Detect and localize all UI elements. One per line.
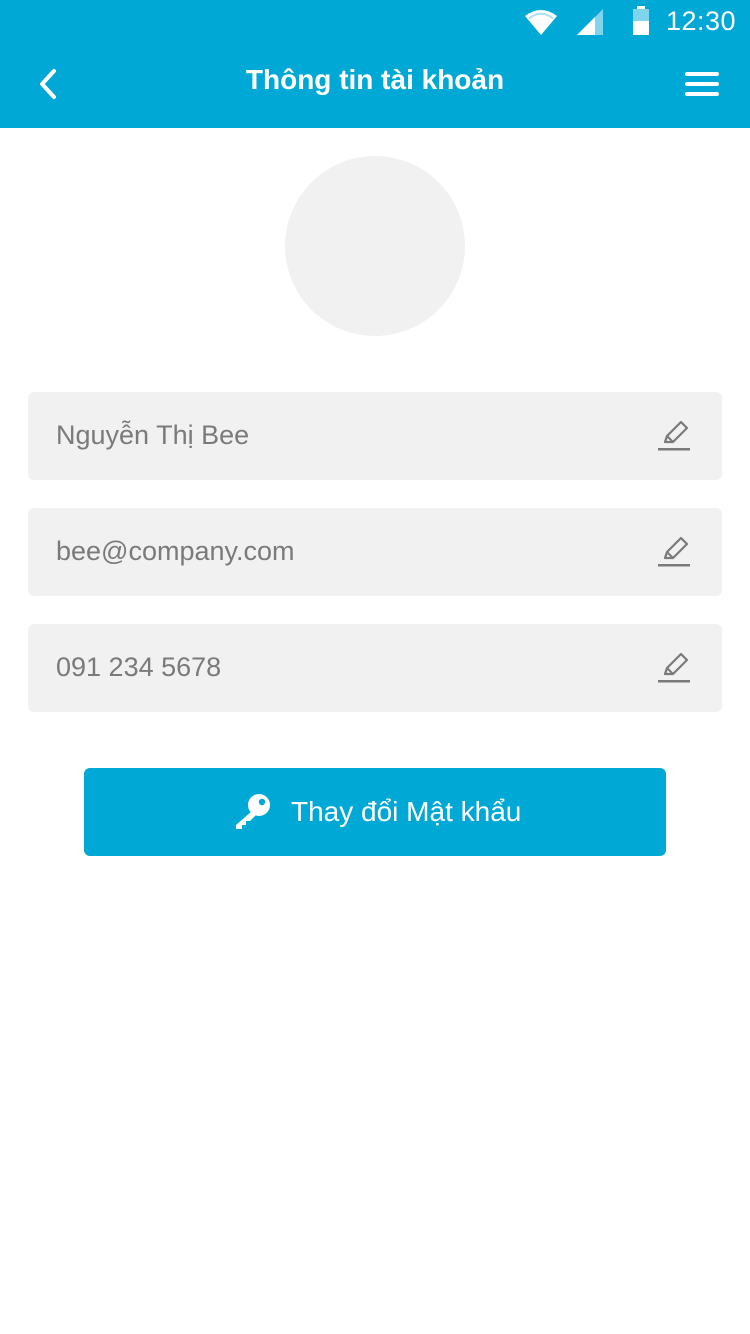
email-field[interactable]: bee@company.com <box>28 508 722 596</box>
change-password-label: Thay đổi Mật khẩu <box>291 796 522 827</box>
status-time: 12:30 <box>666 6 737 36</box>
email-value: bee@company.com <box>56 536 295 566</box>
status-bar: 12:30 <box>0 0 750 44</box>
pencil-icon <box>658 536 690 567</box>
app-bar: 12:30 Thông tin tài khoản <box>0 0 750 128</box>
wifi-icon <box>525 10 557 35</box>
menu-button[interactable] <box>674 60 730 108</box>
change-password-button[interactable]: Thay đổi Mật khẩu <box>84 768 666 856</box>
hamburger-menu-icon <box>685 72 719 96</box>
edit-name-button[interactable] <box>650 412 698 460</box>
name-field[interactable]: Nguyễn Thị Bee <box>28 392 722 480</box>
account-info-screen: 12:30 Thông tin tài khoản Nguyễn Thị Bee <box>0 0 750 1334</box>
phone-value: 091 234 5678 <box>56 652 222 682</box>
toolbar: Thông tin tài khoản <box>0 44 750 128</box>
key-icon <box>236 794 270 829</box>
avatar[interactable] <box>285 156 465 336</box>
signal-icon <box>577 9 603 35</box>
chevron-left-icon <box>40 69 56 99</box>
edit-phone-button[interactable] <box>650 644 698 692</box>
phone-field[interactable]: 091 234 5678 <box>28 624 722 712</box>
name-value: Nguyễn Thị Bee <box>56 420 250 450</box>
edit-email-button[interactable] <box>650 528 698 576</box>
back-button[interactable] <box>20 60 76 108</box>
page-title: Thông tin tài khoản <box>245 64 505 95</box>
pencil-icon <box>658 652 690 683</box>
battery-icon <box>633 6 649 35</box>
pencil-icon <box>658 420 690 451</box>
